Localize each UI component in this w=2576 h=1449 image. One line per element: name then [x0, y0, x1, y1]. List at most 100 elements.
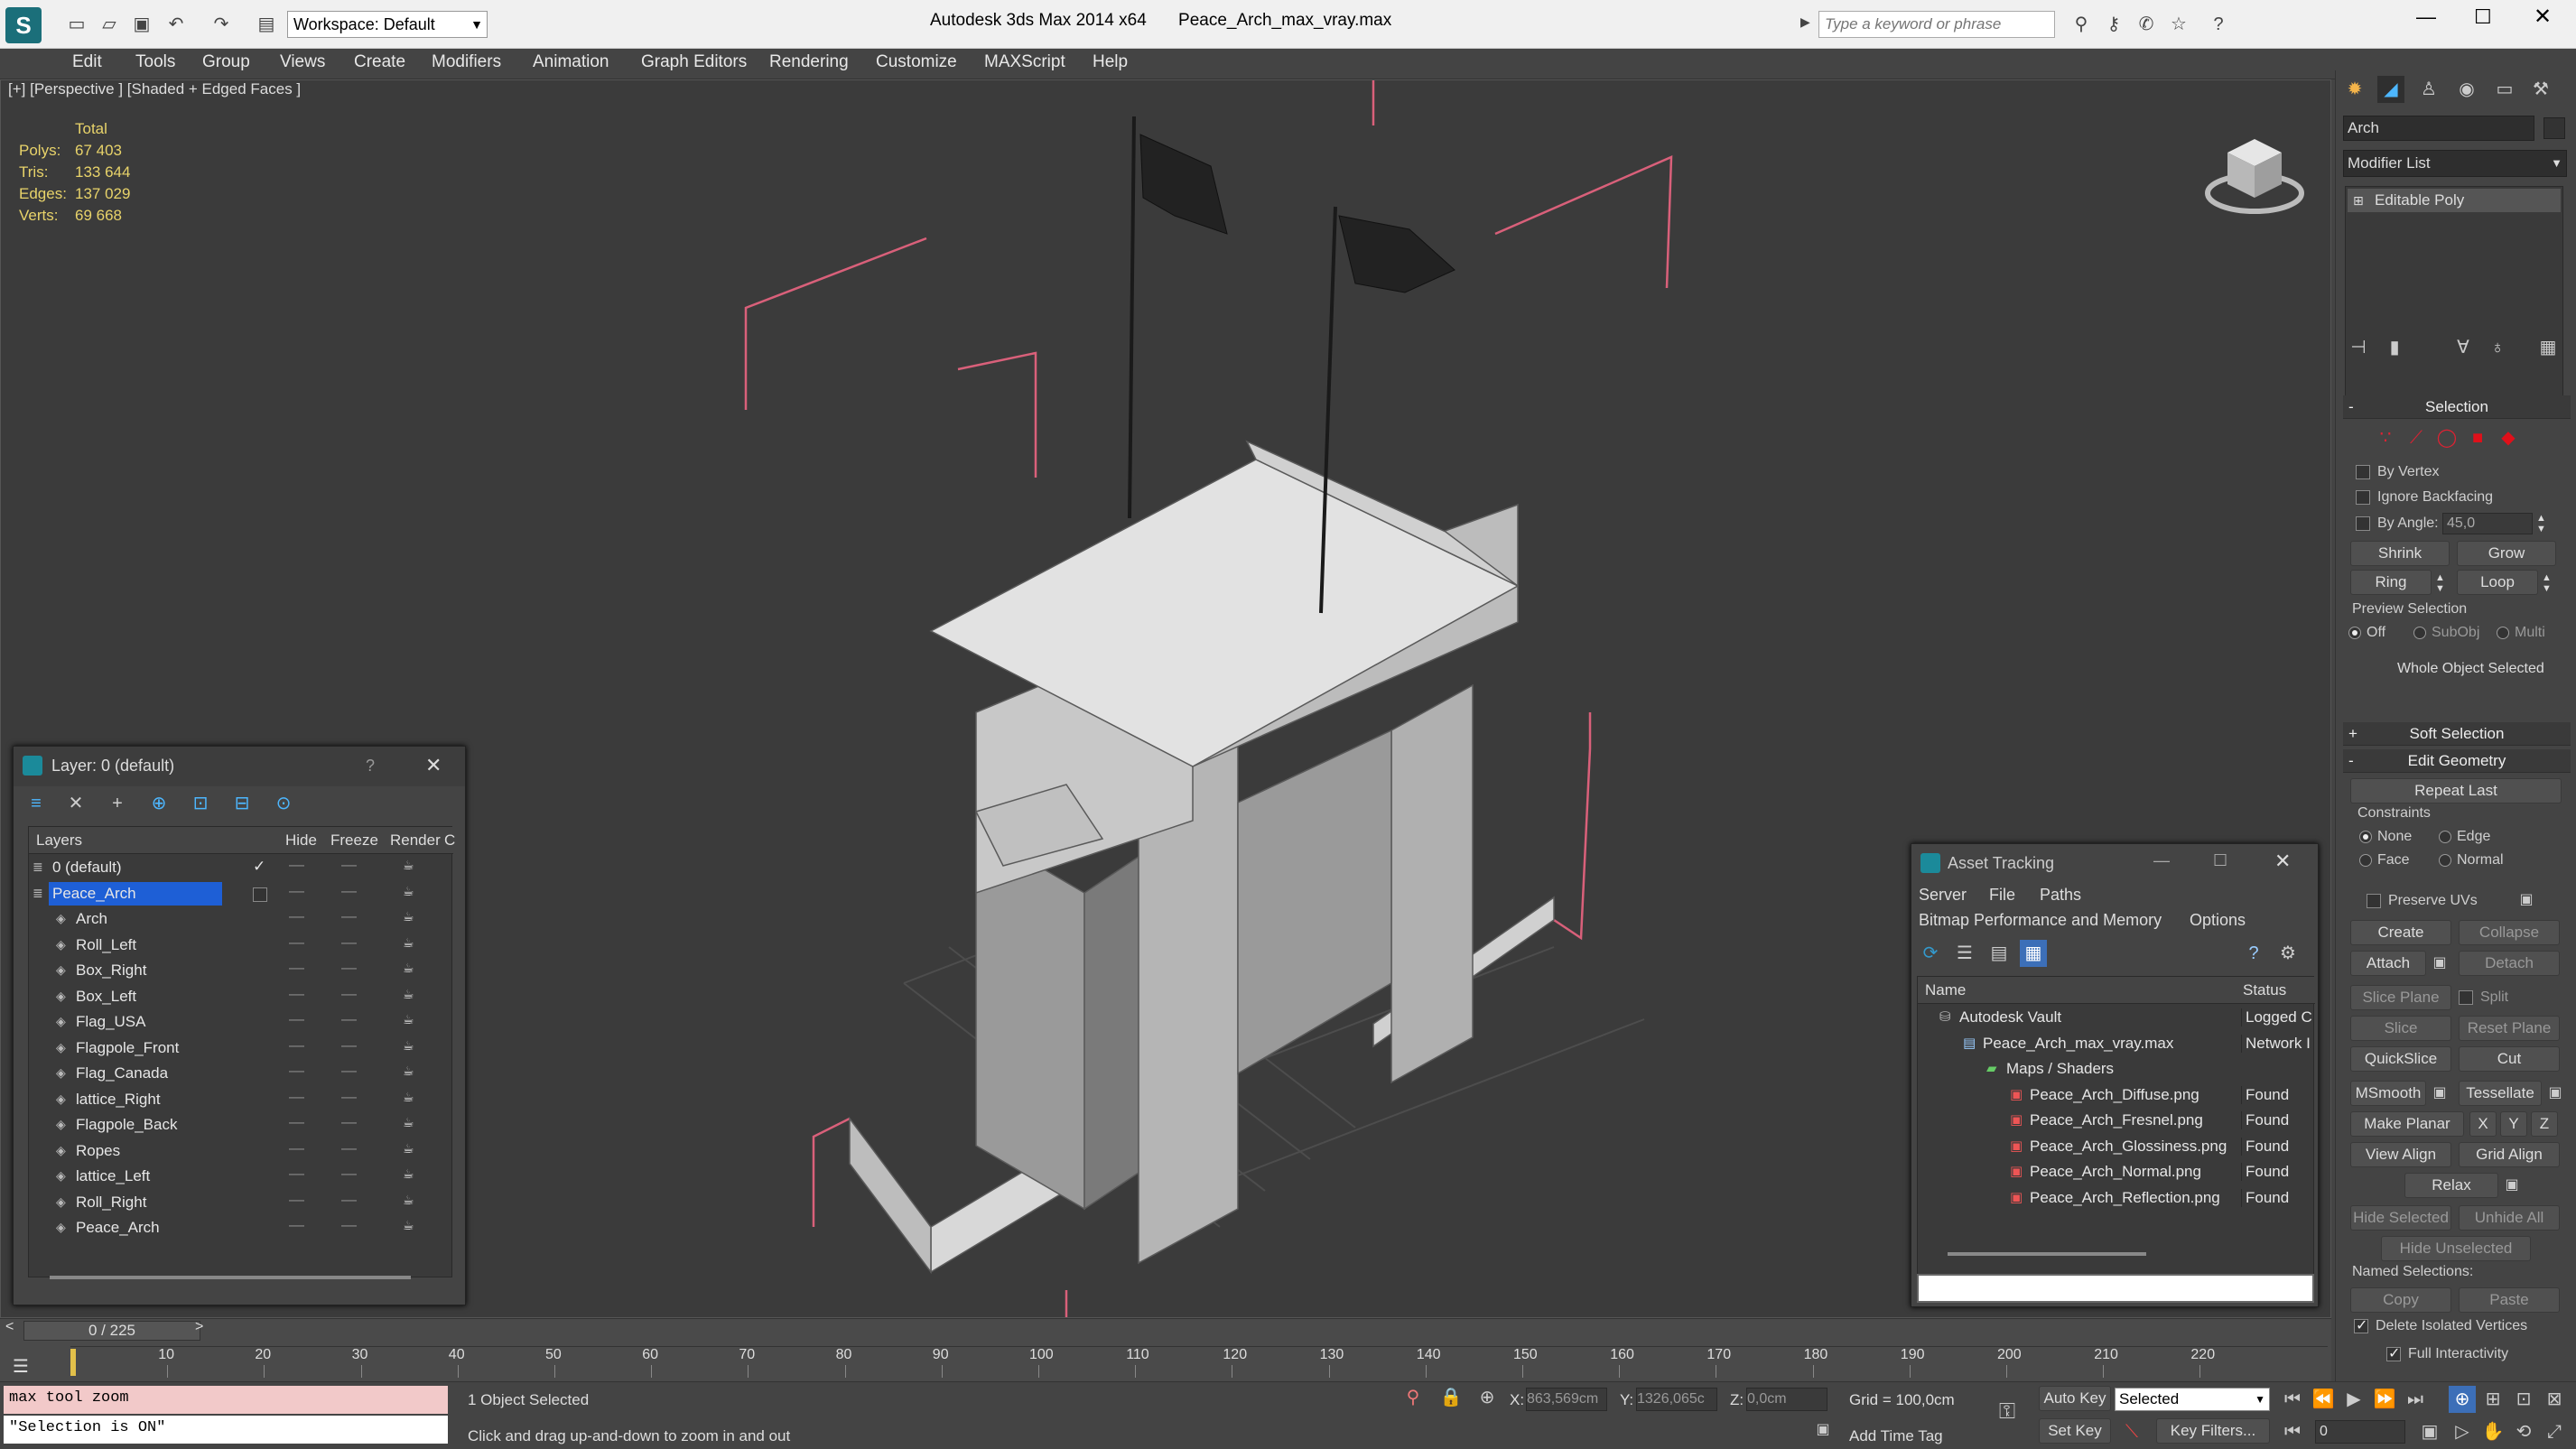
hide-toggle-icon[interactable]: —: [289, 1139, 304, 1157]
hide-toggle-icon[interactable]: —: [289, 985, 304, 1003]
relax-button[interactable]: Relax: [2404, 1173, 2498, 1198]
render-teapot-icon[interactable]: ☕: [403, 935, 414, 951]
border-icon[interactable]: ◯: [2433, 424, 2460, 451]
hide-toggle-icon[interactable]: —: [289, 1216, 304, 1234]
subscription-icon[interactable]: ⚷: [2100, 11, 2127, 38]
highlight-layer-icon[interactable]: ⊟: [228, 790, 256, 817]
mini-curve-editor-icon[interactable]: ☰: [13, 1355, 29, 1378]
current-layer-check-icon[interactable]: ✓: [253, 858, 265, 876]
angle-spinner[interactable]: [2442, 513, 2533, 534]
shrink-button[interactable]: Shrink: [2350, 541, 2450, 566]
freeze-toggle-icon[interactable]: —: [341, 882, 357, 900]
freeze-toggle-icon[interactable]: —: [341, 1165, 357, 1183]
column-render[interactable]: Render: [390, 827, 441, 854]
remove-modifier-icon[interactable]: ♁: [2484, 334, 2511, 361]
render-teapot-icon[interactable]: ☕: [403, 1115, 414, 1130]
layer-window-header[interactable]: Layer: 0 (default) ? ✕: [14, 747, 465, 786]
freeze-toggle-icon[interactable]: —: [341, 1062, 357, 1080]
orbit-icon[interactable]: ⟲: [2510, 1418, 2537, 1445]
asset-row[interactable]: ▰ Maps / Shaders: [1918, 1057, 2315, 1082]
zoom-extents-all-icon[interactable]: ⊠: [2541, 1386, 2568, 1413]
menu-maxscript[interactable]: MAXScript: [984, 52, 1065, 72]
constraint-edge-radio[interactable]: [2439, 831, 2451, 843]
layer-row[interactable]: ◈ Flagpole_Back — — ☕: [29, 1113, 453, 1138]
view-cube[interactable]: [2205, 139, 2304, 214]
layer-row[interactable]: ◈ Flag_Canada — — ☕: [29, 1062, 453, 1087]
view-align-button[interactable]: View Align: [2350, 1142, 2451, 1167]
menu-customize[interactable]: Customize: [876, 52, 957, 72]
delete-layer-icon[interactable]: ✕: [62, 790, 89, 817]
render-teapot-icon[interactable]: ☕: [403, 909, 414, 924]
set-key-button[interactable]: Set Key: [2039, 1418, 2111, 1444]
current-frame-marker[interactable]: [70, 1349, 76, 1376]
asset-horizontal-scrollbar[interactable]: [1948, 1252, 2146, 1256]
pin-stack-icon[interactable]: ⊣: [2345, 334, 2372, 361]
close-icon[interactable]: ✕: [2274, 850, 2291, 873]
asset-menu-options[interactable]: Options: [2190, 911, 2246, 930]
current-layer-checkbox[interactable]: [253, 887, 267, 902]
time-slider[interactable]: 0 / 225: [23, 1321, 200, 1341]
absolute-mode-icon[interactable]: ⊕: [1474, 1384, 1501, 1411]
add-time-tag-label[interactable]: Add Time Tag: [1849, 1427, 1943, 1445]
hide-toggle-icon[interactable]: —: [289, 1010, 304, 1028]
hide-toggle-icon[interactable]: —: [289, 1191, 304, 1209]
hide-toggle-icon[interactable]: —: [289, 882, 304, 900]
copy-button[interactable]: Copy: [2350, 1287, 2451, 1313]
close-icon[interactable]: ✕: [425, 754, 442, 777]
select-objects-icon[interactable]: ⊡: [187, 790, 214, 817]
set-key-toggle-icon[interactable]: ⟍: [2118, 1418, 2145, 1445]
make-planar-button[interactable]: Make Planar: [2350, 1111, 2464, 1137]
ring-spinner-icon[interactable]: ▲ ▼: [2435, 572, 2445, 594]
create-button[interactable]: Create: [2350, 920, 2451, 945]
make-unique-icon[interactable]: ∀: [2450, 334, 2477, 361]
triangle-right-icon[interactable]: ▶: [1800, 14, 1810, 30]
attach-button[interactable]: Attach: [2350, 951, 2426, 976]
timeline-ruler[interactable]: 10 20 30 40 50 60 70 80 90 100 110 120 130 140 150 160 1…: [70, 1346, 2328, 1382]
ignore-backfacing-checkbox[interactable]: [2356, 490, 2370, 505]
minimize-icon[interactable]: —: [2416, 5, 2436, 29]
column-name[interactable]: Name: [1925, 977, 1966, 1004]
cut-button[interactable]: Cut: [2459, 1046, 2560, 1072]
relax-settings-icon[interactable]: ▣: [2498, 1172, 2525, 1199]
planar-x-button[interactable]: X: [2469, 1111, 2497, 1137]
redo-icon[interactable]: ↷: [208, 11, 235, 38]
help-icon[interactable]: ?: [366, 757, 375, 776]
list-view-icon[interactable]: ☰: [1951, 940, 1978, 967]
layer-row[interactable]: ◈ Flag_USA — — ☕: [29, 1010, 453, 1036]
constraint-none-radio[interactable]: [2359, 831, 2372, 843]
tessellate-button[interactable]: Tessellate: [2459, 1081, 2542, 1106]
next-key-icon[interactable]: ⏩: [2371, 1386, 2398, 1413]
hierarchy-tab-icon[interactable]: ♙: [2415, 76, 2442, 103]
freeze-toggle-icon[interactable]: —: [341, 1216, 357, 1234]
asset-menu-paths[interactable]: Paths: [2040, 886, 2081, 905]
freeze-toggle-icon[interactable]: —: [341, 856, 357, 874]
render-teapot-icon[interactable]: ☕: [403, 1141, 414, 1156]
preview-subobj-radio[interactable]: [2413, 627, 2426, 639]
planar-z-button[interactable]: Z: [2531, 1111, 2558, 1137]
render-teapot-icon[interactable]: ☕: [403, 1090, 414, 1105]
z-coord-field[interactable]: [1746, 1388, 1827, 1411]
asset-row[interactable]: ▣ Peace_Arch_Diffuse.png Found: [1918, 1083, 2315, 1109]
create-tab-icon[interactable]: ✹: [2341, 76, 2368, 103]
menu-group[interactable]: Group: [202, 52, 250, 72]
repeat-last-button[interactable]: Repeat Last: [2350, 778, 2562, 803]
preserve-uvs-settings-icon[interactable]: ▣: [2513, 887, 2540, 914]
modify-tab-icon[interactable]: ◢: [2377, 76, 2404, 103]
add-to-layer-icon[interactable]: ⊕: [145, 790, 172, 817]
render-teapot-icon[interactable]: ☕: [403, 1012, 414, 1027]
close-icon[interactable]: ✕: [2534, 4, 2552, 30]
layer-row[interactable]: ◈ lattice_Right — — ☕: [29, 1088, 453, 1113]
column-freeze[interactable]: Freeze: [330, 827, 378, 854]
layer-row[interactable]: ◈ Box_Right — — ☕: [29, 959, 453, 984]
detach-button[interactable]: Detach: [2459, 951, 2560, 976]
selection-lock-icon[interactable]: 🔒: [1437, 1384, 1465, 1411]
hide-toggle-icon[interactable]: —: [289, 959, 304, 977]
layer-row[interactable]: ≣ Peace_Arch — — ☕: [29, 881, 453, 907]
render-teapot-icon[interactable]: ☕: [403, 858, 414, 873]
loop-button[interactable]: Loop: [2457, 570, 2538, 595]
hide-unselected-button[interactable]: Hide Unselected: [2381, 1236, 2531, 1261]
layer-row[interactable]: ◈ lattice_Left — — ☕: [29, 1165, 453, 1190]
binoculars-icon[interactable]: ⚲: [2068, 11, 2095, 38]
x-coord-field[interactable]: [1526, 1388, 1607, 1411]
freeze-toggle-icon[interactable]: —: [341, 1113, 357, 1131]
